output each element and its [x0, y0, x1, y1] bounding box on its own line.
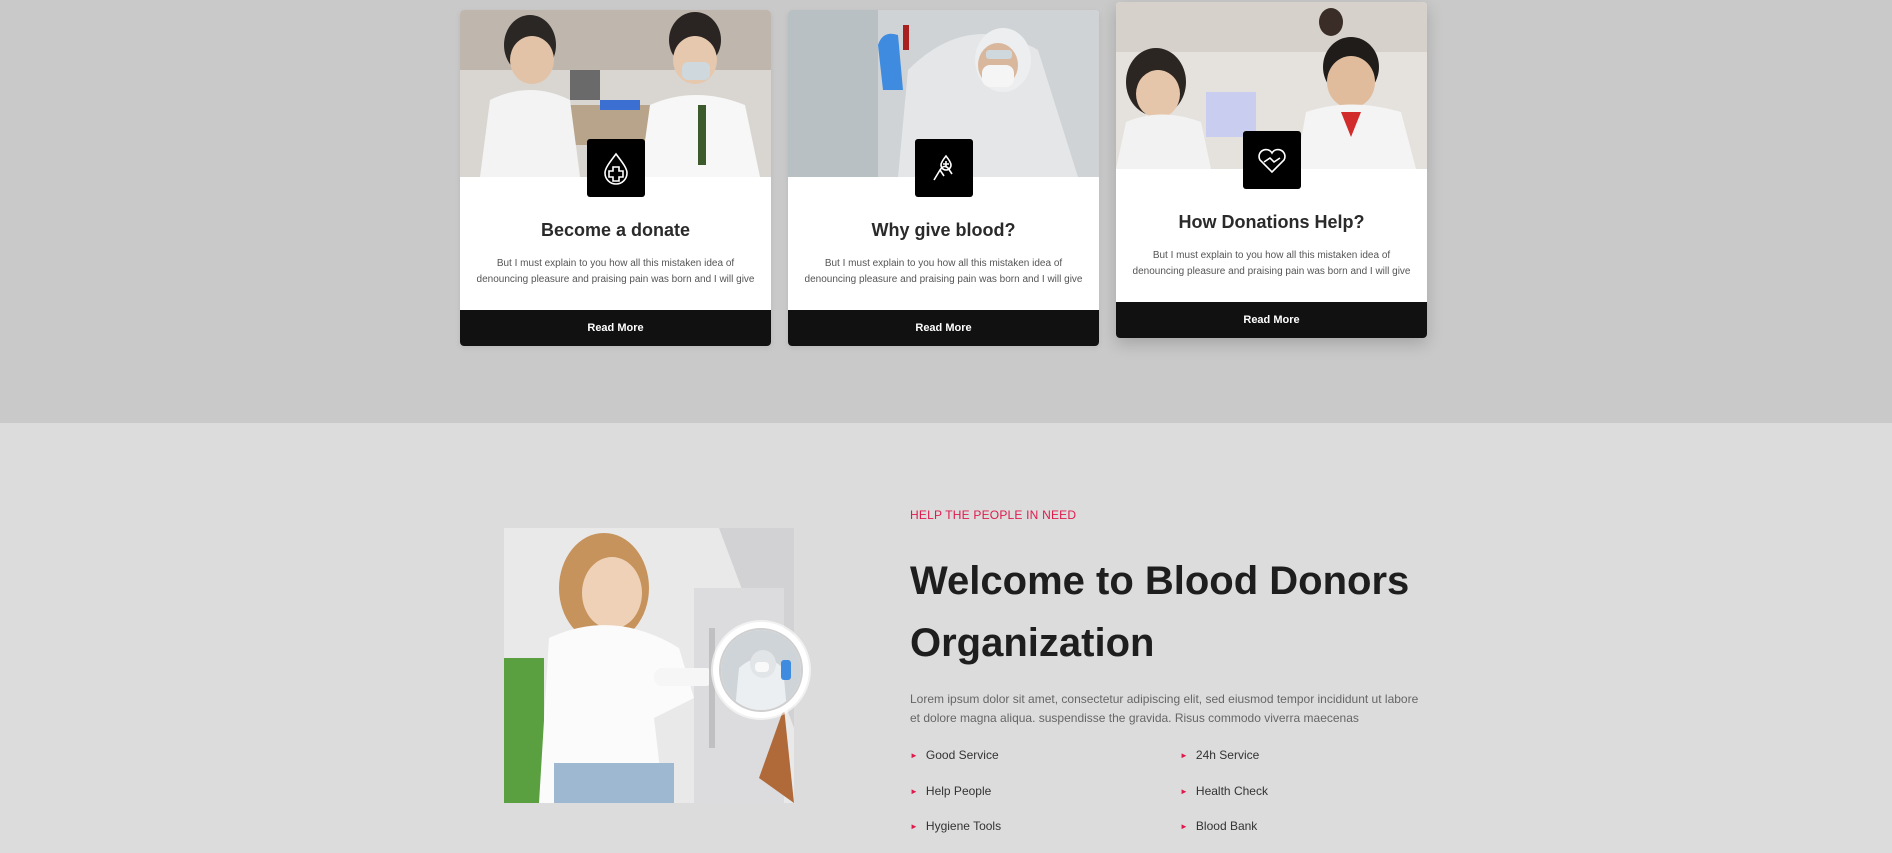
card-description: But I must explain to you how all this m… — [1132, 250, 1411, 277]
caret-right-icon: ► — [910, 821, 918, 831]
section-tagline: HELP THE PEOPLE IN NEED — [910, 508, 1077, 522]
feature-item: ► Blood Bank — [1180, 819, 1257, 833]
caret-right-icon: ► — [910, 750, 918, 760]
feature-item: ► Good Service — [910, 748, 999, 762]
heart-hands-icon — [1242, 131, 1301, 189]
caret-right-icon: ► — [910, 786, 918, 796]
feature-item: ► Hygiene Tools — [910, 819, 1001, 833]
feature-label: Health Check — [1195, 784, 1268, 798]
feature-label: Good Service — [925, 748, 999, 762]
card-description: But I must explain to you how all this m… — [476, 258, 755, 285]
blood-drop-cross-icon — [586, 139, 645, 197]
read-more-button[interactable]: Read More — [460, 310, 771, 346]
caret-right-icon: ► — [1180, 786, 1188, 796]
feature-item: ► 24h Service — [1180, 748, 1259, 762]
feature-label: Help People — [925, 784, 992, 798]
card-description: But I must explain to you how all this m… — [804, 258, 1083, 285]
feature-item: ► Help People — [910, 784, 991, 798]
feature-label: Hygiene Tools — [925, 819, 1002, 833]
service-card-how-help: How Donations Help? But I must explain t… — [1116, 2, 1427, 338]
read-more-button[interactable]: Read More — [1116, 302, 1427, 338]
feature-item: ► Health Check — [1180, 784, 1268, 798]
section-paragraph: Lorem ipsum dolor sit amet, consectetur … — [910, 692, 1419, 725]
feature-label: Blood Bank — [1195, 819, 1258, 833]
service-card-donate: Become a donate But I must explain to yo… — [460, 10, 771, 346]
donor-badge-image — [713, 622, 809, 718]
read-more-button[interactable]: Read More — [788, 310, 1099, 346]
hand-blood-drop-icon — [914, 139, 973, 197]
caret-right-icon: ► — [1180, 821, 1188, 831]
service-card-why-give: Why give blood? But I must explain to yo… — [788, 10, 1099, 346]
feature-label: 24h Service — [1195, 748, 1260, 762]
caret-right-icon: ► — [1180, 750, 1188, 760]
section-heading: Welcome to Blood Donors Organization — [910, 559, 1410, 665]
